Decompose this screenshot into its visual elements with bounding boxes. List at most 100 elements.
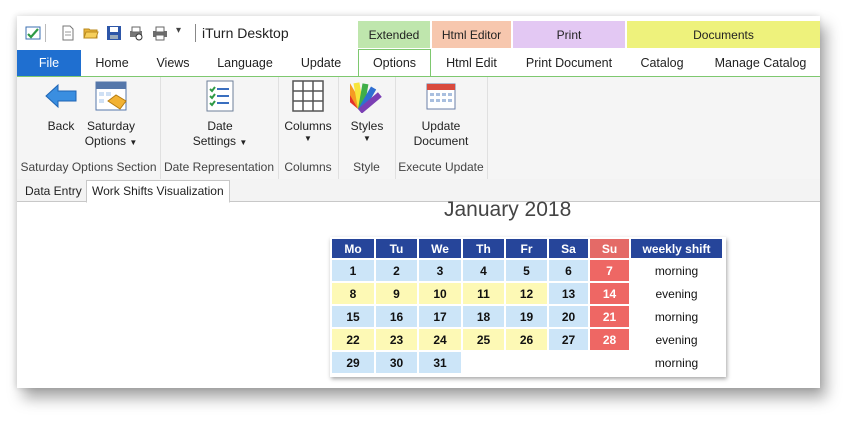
columns-label: Columns <box>284 119 332 133</box>
tab-work-shifts-visualization[interactable]: Work Shifts Visualization <box>86 180 230 203</box>
back-label: Back <box>47 119 75 133</box>
calendar-week-row: 29 30 31 morning <box>332 352 722 373</box>
weekly-shift-cell: morning <box>631 260 722 281</box>
context-group-documents: Documents <box>627 21 820 48</box>
calendar-week-row: 22 23 24 25 26 27 28 evening <box>332 329 722 350</box>
tab-print-document[interactable]: Print Document <box>513 50 625 76</box>
header-weekly-shift: weekly shift <box>631 239 722 258</box>
columns-button[interactable]: Columns ▼ <box>281 79 335 143</box>
group-columns: Columns ▼ Columns <box>278 77 339 179</box>
calendar-table-container: Mo Tu We Th Fr Sa Su weekly shift 1 2 3 … <box>330 237 726 377</box>
group-saturday-options: Back Saturday Options ▼ Saturday Options… <box>17 77 161 179</box>
styles-button[interactable]: Styles ▼ <box>338 79 392 143</box>
day-cell: 2 <box>376 260 417 281</box>
group-label-execute: Execute Update <box>398 160 484 174</box>
print-preview-icon[interactable] <box>128 25 144 41</box>
header-tu: Tu <box>376 239 417 258</box>
save-icon[interactable] <box>106 25 122 41</box>
day-cell: 24 <box>419 329 461 350</box>
dropdown-caret-icon: ▼ <box>239 138 248 147</box>
color-palette-icon <box>338 82 382 114</box>
calendar-week-row: 1 2 3 4 5 6 7 morning <box>332 260 722 281</box>
day-cell: 27 <box>549 329 588 350</box>
weekly-shift-cell: morning <box>631 306 722 327</box>
ribbon: Back Saturday Options ▼ Saturday Options… <box>17 77 820 180</box>
app-title: iTurn Desktop <box>202 25 289 41</box>
calendar-week-row: 15 16 17 18 19 20 21 morning <box>332 306 722 327</box>
update-document-label-1: Update <box>421 119 461 133</box>
update-document-button[interactable]: Update Document <box>410 79 472 149</box>
update-document-label-2: Document <box>413 134 469 148</box>
header-fr: Fr <box>506 239 547 258</box>
open-folder-icon[interactable] <box>83 25 99 41</box>
day-cell: 17 <box>419 306 461 327</box>
calendar-header-row: Mo Tu We Th Fr Sa Su weekly shift <box>332 239 722 258</box>
empty-cell <box>590 352 629 373</box>
dropdown-caret-icon: ▼ <box>129 138 138 147</box>
calendar-icon <box>426 83 456 110</box>
day-cell: 3 <box>419 260 461 281</box>
group-label-date: Date Representation <box>163 160 275 174</box>
tab-html-edit[interactable]: Html Edit <box>432 50 511 76</box>
context-group-extended: Extended <box>358 21 430 48</box>
day-cell: 13 <box>549 283 588 304</box>
printer-icon[interactable] <box>152 25 168 41</box>
back-button[interactable]: Back <box>37 79 85 134</box>
day-cell: 1 <box>332 260 374 281</box>
day-cell: 25 <box>463 329 504 350</box>
new-document-icon[interactable] <box>60 25 76 41</box>
styles-label: Styles <box>350 119 384 133</box>
day-cell: 8 <box>332 283 374 304</box>
calendar-table: Mo Tu We Th Fr Sa Su weekly shift 1 2 3 … <box>330 237 724 375</box>
calendar-week-row: 8 9 10 11 12 13 14 evening <box>332 283 722 304</box>
weekly-shift-cell: evening <box>631 283 722 304</box>
tab-manage-catalog[interactable]: Manage Catalog <box>701 50 820 76</box>
day-cell: 10 <box>419 283 461 304</box>
tab-file[interactable]: File <box>17 50 81 76</box>
app-window: ▾ iTurn Desktop Extended Html Editor Pri… <box>17 16 820 388</box>
day-cell: 22 <box>332 329 374 350</box>
day-cell: 31 <box>419 352 461 373</box>
weekly-shift-cell: morning <box>631 352 722 373</box>
day-cell: 12 <box>506 283 547 304</box>
group-date-representation: Date Settings ▼ Date Representation <box>160 77 279 179</box>
day-cell: 26 <box>506 329 547 350</box>
group-label-style: Style <box>353 160 380 174</box>
group-execute-update: Update Document Execute Update <box>395 77 488 179</box>
group-label-saturday: Saturday Options Section <box>20 160 157 174</box>
context-group-print: Print <box>513 21 625 48</box>
tab-home[interactable]: Home <box>85 50 139 76</box>
tab-views[interactable]: Views <box>145 50 201 76</box>
day-cell: 19 <box>506 306 547 327</box>
sunday-cell: 28 <box>590 329 629 350</box>
calendar-handshake-icon <box>95 81 127 111</box>
tab-data-entry[interactable]: Data Entry <box>20 181 87 201</box>
calendar-body: 1 2 3 4 5 6 7 morning 8 9 10 11 12 13 14 <box>332 260 722 373</box>
header-su: Su <box>590 239 629 258</box>
day-cell: 30 <box>376 352 417 373</box>
tab-update[interactable]: Update <box>289 50 353 76</box>
saturday-options-button[interactable]: Saturday Options ▼ <box>83 79 139 150</box>
tab-language[interactable]: Language <box>207 50 283 76</box>
day-cell: 5 <box>506 260 547 281</box>
empty-cell <box>506 352 547 373</box>
day-cell: 15 <box>332 306 374 327</box>
tab-options[interactable]: Options <box>358 49 431 78</box>
separator <box>45 24 46 42</box>
day-cell: 23 <box>376 329 417 350</box>
date-settings-label-2: Settings <box>192 134 237 148</box>
context-group-html-editor: Html Editor <box>432 21 511 48</box>
sunday-cell: 14 <box>590 283 629 304</box>
sunday-cell: 7 <box>590 260 629 281</box>
tab-catalog[interactable]: Catalog <box>627 50 697 76</box>
dropdown-caret-icon: ▼ <box>363 134 371 143</box>
saturday-options-label-2: Options <box>84 134 127 148</box>
sunday-cell: 21 <box>590 306 629 327</box>
day-cell: 6 <box>549 260 588 281</box>
calendar-title: January 2018 <box>444 198 572 221</box>
customize-toolbar-icon[interactable]: ▾ <box>176 25 181 36</box>
group-label-columns: Columns <box>284 160 332 174</box>
date-settings-button[interactable]: Date Settings ▼ <box>192 79 248 150</box>
header-sa: Sa <box>549 239 588 258</box>
title-bar: ▾ iTurn Desktop Extended Html Editor Pri… <box>17 16 820 50</box>
